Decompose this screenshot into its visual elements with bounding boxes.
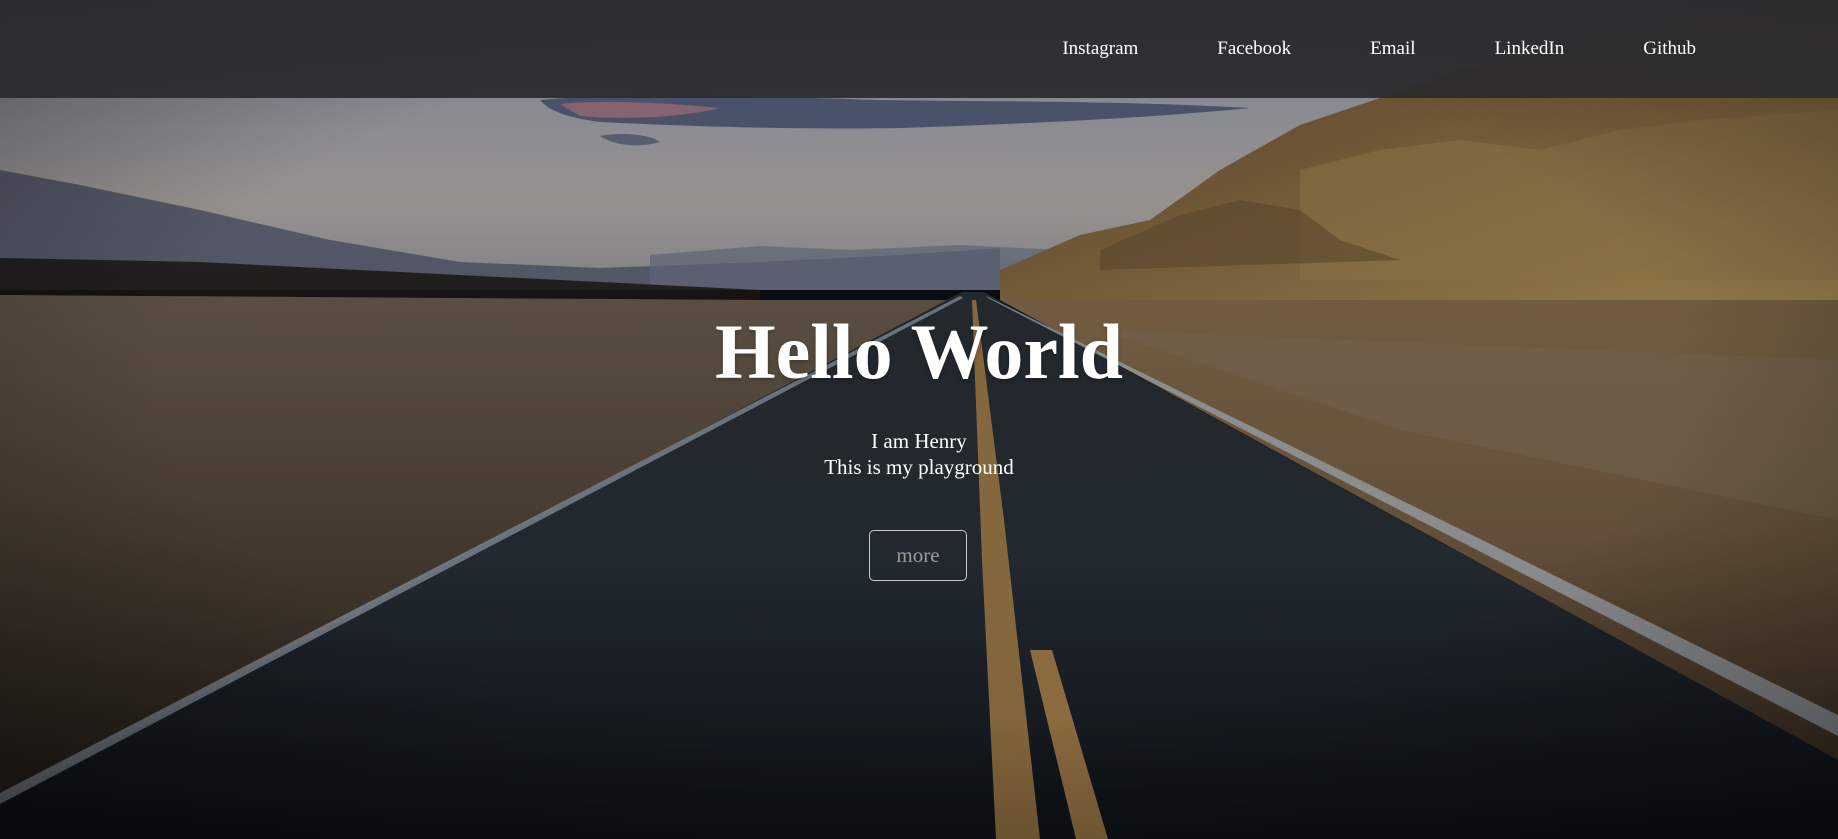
hero-title: Hello World (714, 308, 1124, 395)
page: Instagram Facebook Email LinkedIn Github… (0, 0, 1838, 839)
more-button[interactable]: more (869, 530, 967, 581)
hero-subtitle-tagline: This is my playground (824, 455, 1014, 479)
hero-section: Hello World I am Henry This is my playgr… (0, 0, 1838, 839)
hero-subtitle-name: I am Henry (871, 429, 967, 453)
